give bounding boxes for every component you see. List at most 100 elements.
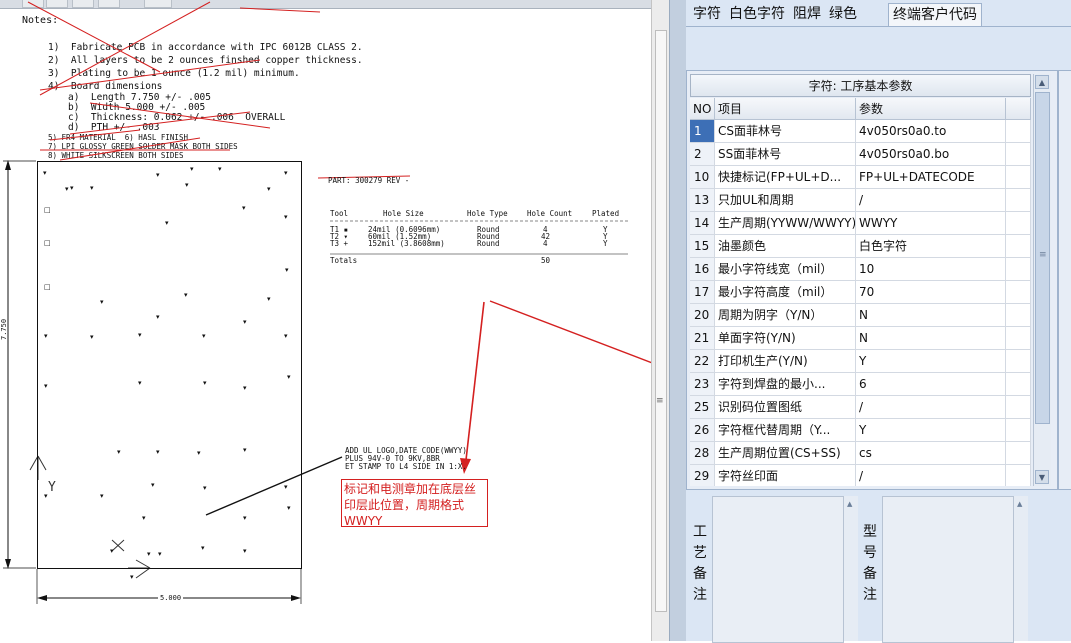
row-number[interactable]: 28 — [690, 442, 715, 465]
table-row[interactable]: 14 生产周期(YYWW/WWYY) WWYY — [690, 212, 1031, 235]
row-number[interactable]: 23 — [690, 373, 715, 396]
row-number[interactable]: 1 — [690, 120, 715, 143]
row-value[interactable]: / — [856, 465, 1006, 486]
row-number[interactable]: 25 — [690, 396, 715, 419]
row-value[interactable]: WWYY — [856, 212, 1006, 235]
row-value[interactable]: 6 — [856, 373, 1006, 396]
row-value[interactable]: 4v050rs0a0.bo — [856, 143, 1006, 166]
row-item[interactable]: 单面字符(Y/N) — [715, 327, 856, 350]
process-remark-scrollbar[interactable]: ▲ — [843, 496, 858, 641]
row-number[interactable]: 14 — [690, 212, 715, 235]
drill-hole-marker: ▾ — [284, 169, 288, 177]
row-item[interactable]: CS面菲林号 — [715, 120, 856, 143]
scroll-up-icon[interactable]: ▲ — [847, 500, 852, 508]
row-item[interactable]: 最小字符线宽（mil） — [715, 258, 856, 281]
viewer-scrollbar-thumb[interactable] — [655, 30, 667, 612]
drill-hole-marker: ▾ — [284, 213, 288, 221]
row-number[interactable]: 2 — [690, 143, 715, 166]
row-item[interactable]: 字符到焊盘的最小... — [715, 373, 856, 396]
row-item[interactable]: 生产周期位置(CS+SS) — [715, 442, 856, 465]
table-row[interactable]: 2 SS面菲林号 4v050rs0a0.bo — [690, 143, 1031, 166]
row-value[interactable]: / — [856, 396, 1006, 419]
row-value[interactable]: 10 — [856, 258, 1006, 281]
row-item[interactable]: 周期为阴字（Y/N） — [715, 304, 856, 327]
drill-hole-marker: ▾ — [165, 219, 169, 227]
row-number[interactable]: 15 — [690, 235, 715, 258]
row-item[interactable]: 只加UL和周期 — [715, 189, 856, 212]
redline-comment-box[interactable]: 标记和电测章加在底层丝印层此位置，周期格式WWYY — [341, 479, 488, 528]
row-item[interactable]: 油墨颜色 — [715, 235, 856, 258]
row-item[interactable]: 最小字符高度（mil） — [715, 281, 856, 304]
tab-char[interactable]: 字符 — [691, 3, 723, 25]
row-value[interactable]: cs — [856, 442, 1006, 465]
tab-solder-mask[interactable]: 阻焊 — [791, 3, 823, 25]
table-row[interactable]: 20 周期为阴字（Y/N） N — [690, 304, 1031, 327]
tab-green[interactable]: 绿色 — [827, 3, 859, 25]
drill-hole-marker: ▾ — [70, 184, 74, 192]
row-value[interactable]: Y — [856, 350, 1006, 373]
row-value[interactable]: N — [856, 304, 1006, 327]
table-row[interactable]: 28 生产周期位置(CS+SS) cs — [690, 442, 1031, 465]
row-value[interactable]: 4v050rs0a0.to — [856, 120, 1006, 143]
scroll-down-icon[interactable]: ▼ — [1035, 470, 1049, 484]
dimension-width: 5.000 — [158, 594, 184, 602]
row-item[interactable]: SS面菲林号 — [715, 143, 856, 166]
ul-note-line: ET STAMP TO L4 SIDE IN 1:X. — [345, 462, 467, 471]
table-row[interactable]: 22 打印机生产(Y/N) Y — [690, 350, 1031, 373]
table-row[interactable]: 10 快捷标记(FP+UL+D... FP+UL+DATECODE — [690, 166, 1031, 189]
row-item[interactable]: 识别码位置图纸 — [715, 396, 856, 419]
row-item[interactable]: 生产周期(YYWW/WWYY) — [715, 212, 856, 235]
row-number[interactable]: 10 — [690, 166, 715, 189]
table-row[interactable]: 29 字符丝印面 / — [690, 465, 1031, 486]
row-item[interactable]: 字符框代替周期（Y... — [715, 419, 856, 442]
row-number[interactable]: 16 — [690, 258, 715, 281]
row-number[interactable]: 21 — [690, 327, 715, 350]
table-row[interactable]: 16 最小字符线宽（mil） 10 — [690, 258, 1031, 281]
row-value[interactable]: Y — [856, 419, 1006, 442]
row-number[interactable]: 26 — [690, 419, 715, 442]
drill-table-cell: Y — [603, 239, 608, 248]
row-value[interactable]: N — [856, 327, 1006, 350]
row-number[interactable]: 17 — [690, 281, 715, 304]
drill-hole-marker: ▾ — [43, 169, 47, 177]
drill-table-cell: T3 + — [330, 239, 349, 248]
row-value[interactable]: 70 — [856, 281, 1006, 304]
row-number[interactable]: 13 — [690, 189, 715, 212]
row-value[interactable]: / — [856, 189, 1006, 212]
process-remark-field[interactable] — [712, 496, 844, 643]
scroll-up-icon[interactable]: ▲ — [1017, 500, 1022, 508]
row-filler — [1006, 235, 1031, 258]
row-item[interactable]: 字符丝印面 — [715, 465, 856, 486]
row-value[interactable]: FP+UL+DATECODE — [856, 166, 1006, 189]
column-header-no[interactable]: NO — [690, 98, 715, 120]
column-header-value[interactable]: 参数 — [856, 98, 1006, 120]
scroll-up-icon[interactable]: ▲ — [1035, 75, 1049, 89]
row-value[interactable]: 白色字符 — [856, 235, 1006, 258]
drill-hole-marker: ▾ — [138, 379, 142, 387]
tab-white-char[interactable]: 白色字符 — [727, 3, 787, 25]
table-row[interactable]: 13 只加UL和周期 / — [690, 189, 1031, 212]
table-row[interactable]: 17 最小字符高度（mil） 70 — [690, 281, 1031, 304]
model-remark-scrollbar[interactable]: ▲ — [1013, 496, 1028, 641]
drill-hole-marker: ▾ — [243, 446, 247, 454]
table-row[interactable]: 23 字符到焊盘的最小... 6 — [690, 373, 1031, 396]
table-row[interactable]: 1 CS面菲林号 4v050rs0a0.to — [690, 120, 1031, 143]
row-item[interactable]: 快捷标记(FP+UL+D... — [715, 166, 856, 189]
drill-hole-marker: ▾ — [202, 332, 206, 340]
table-row[interactable]: 15 油墨颜色 白色字符 — [690, 235, 1031, 258]
column-header-item[interactable]: 项目 — [715, 98, 856, 120]
model-remark-field[interactable] — [882, 496, 1014, 643]
table-row[interactable]: 21 单面字符(Y/N) N — [690, 327, 1031, 350]
row-item[interactable]: 打印机生产(Y/N) — [715, 350, 856, 373]
row-number[interactable]: 22 — [690, 350, 715, 373]
tab-end-customer-code[interactable]: 终端客户代码 — [888, 3, 982, 26]
drill-hole-marker: ▾ — [156, 313, 160, 321]
drawing-viewer[interactable]: Notes: 1) Fabricate PCB in accordance wi… — [0, 0, 651, 641]
row-number[interactable]: 20 — [690, 304, 715, 327]
drill-table-totals-value: 50 — [541, 256, 551, 265]
drill-hole-marker: ▾ — [243, 514, 247, 522]
row-number[interactable]: 29 — [690, 465, 715, 486]
table-row[interactable]: 26 字符框代替周期（Y... Y — [690, 419, 1031, 442]
table-row[interactable]: 25 识别码位置图纸 / — [690, 396, 1031, 419]
dimension-height: 7.750 — [0, 318, 8, 340]
